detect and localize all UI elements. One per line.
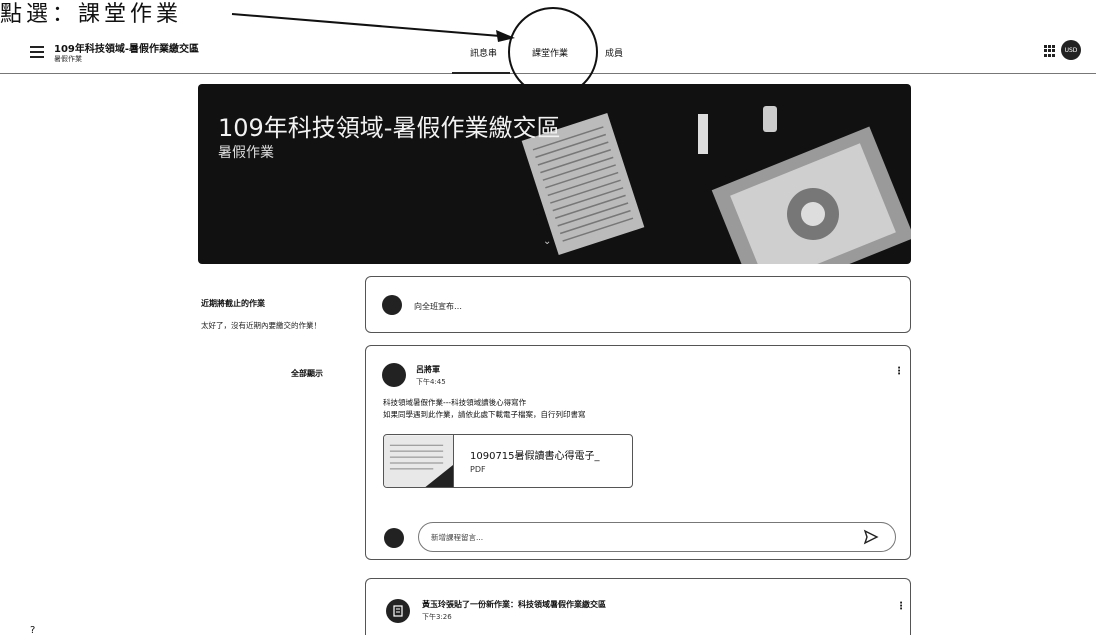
pdf-thumbnail bbox=[384, 435, 454, 487]
class-banner: 109年科技領域-暑假作業繳交區 暑假作業 ⌄ bbox=[198, 84, 911, 264]
post-author: 呂將軍 bbox=[416, 365, 440, 374]
post-body-line: 如果同學遇到此作業，請依此處下載電子檔案，自行列印書寫 bbox=[383, 410, 586, 419]
attachment-type: PDF bbox=[470, 465, 486, 474]
assignment-icon bbox=[386, 599, 410, 623]
more-options-icon[interactable]: ⋮ bbox=[896, 601, 906, 612]
post-time: 下午4:45 bbox=[416, 378, 446, 386]
announce-box[interactable]: 向全班宣布… bbox=[365, 276, 911, 333]
banner-title: 109年科技領域-暑假作業繳交區 bbox=[218, 114, 561, 142]
instruction-annotation: 點選：課堂作業 bbox=[0, 2, 183, 27]
author-avatar bbox=[382, 363, 406, 387]
chevron-down-icon[interactable]: ⌄ bbox=[543, 236, 551, 247]
active-tab-indicator bbox=[452, 72, 510, 74]
class-subtitle: 暑假作業 bbox=[54, 55, 82, 63]
stream-post-assignment[interactable]: 黃玉玲張貼了一份新作業：科技領域暑假作業繳交區 下午3:26 ⋮ bbox=[365, 578, 911, 635]
assignment-post-text: 黃玉玲張貼了一份新作業：科技領域暑假作業繳交區 bbox=[422, 600, 606, 609]
banner-subtitle: 暑假作業 bbox=[218, 145, 274, 161]
assignment-post-time: 下午3:26 bbox=[422, 613, 452, 621]
attachment-name: 1090715暑假讀書心得電子_ bbox=[470, 451, 600, 462]
announce-placeholder: 向全班宣布… bbox=[414, 302, 462, 311]
help-icon[interactable]: ? bbox=[30, 625, 35, 635]
view-all-link[interactable]: 全部顯示 bbox=[291, 368, 323, 379]
more-options-icon[interactable]: ⋮ bbox=[894, 366, 904, 377]
stream-post: 呂將軍 下午4:45 ⋮ 科技領域暑假作業---科技領域讀後心得寫作 如果同學遇… bbox=[365, 345, 911, 560]
comment-placeholder: 新增課程留言... bbox=[431, 533, 484, 542]
commenter-avatar bbox=[384, 528, 404, 548]
top-app-bar: 109年科技領域-暑假作業繳交區 暑假作業 訊息串 課堂作業 成員 USD bbox=[0, 34, 1096, 74]
upcoming-panel: 近期將截止的作業 太好了，沒有近期內要繳交的作業！ 全部顯示 bbox=[198, 276, 348, 396]
tab-people[interactable]: 成員 bbox=[605, 46, 623, 59]
send-icon[interactable] bbox=[863, 529, 879, 545]
user-avatar bbox=[382, 295, 402, 315]
menu-icon[interactable] bbox=[30, 46, 44, 58]
tab-stream[interactable]: 訊息串 bbox=[470, 46, 497, 59]
post-body-line: 科技領域暑假作業---科技領域讀後心得寫作 bbox=[383, 398, 527, 407]
account-avatar[interactable]: USD bbox=[1061, 40, 1081, 60]
upcoming-empty-text: 太好了，沒有近期內要繳交的作業！ bbox=[201, 321, 321, 330]
apps-grid-icon[interactable] bbox=[1044, 45, 1056, 57]
comment-input[interactable]: 新增課程留言... bbox=[418, 522, 896, 552]
class-title[interactable]: 109年科技領域-暑假作業繳交區 bbox=[54, 40, 199, 55]
attachment-card[interactable]: 1090715暑假讀書心得電子_ PDF bbox=[383, 434, 633, 488]
tab-classwork[interactable]: 課堂作業 bbox=[532, 46, 568, 59]
upcoming-title: 近期將截止的作業 bbox=[201, 299, 265, 308]
